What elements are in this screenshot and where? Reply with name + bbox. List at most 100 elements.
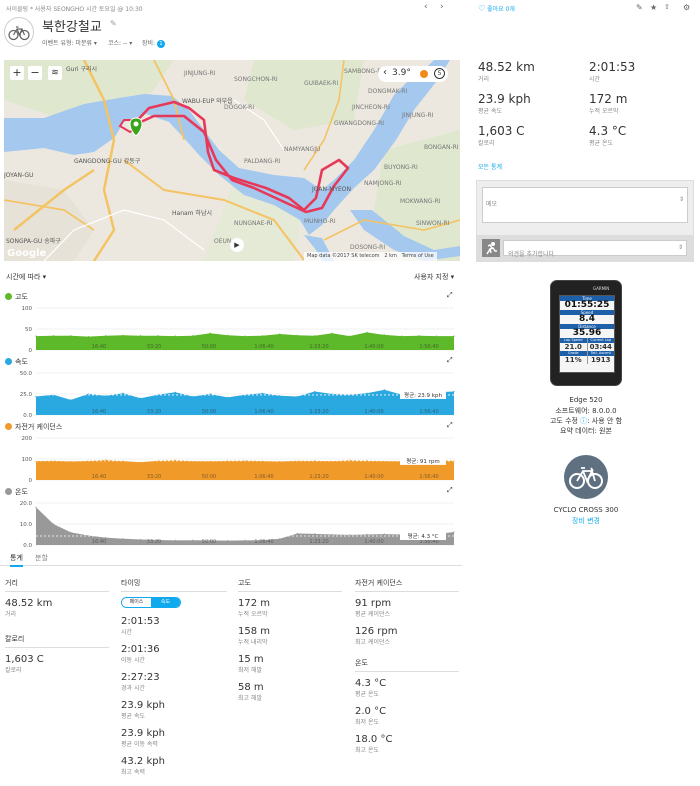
- x-tick-label: 1:23:20: [309, 344, 328, 350]
- speed-data-point: [174, 391, 176, 393]
- notes-scroll-icon[interactable]: ⇕: [679, 196, 684, 203]
- distance-value: 48.52 km: [5, 598, 53, 609]
- speed-data-point: [261, 392, 263, 394]
- elevation-correction-label: 고도 수정: [549, 417, 578, 425]
- elapsed-time-value: 2:27:23: [121, 672, 160, 683]
- elevation-chart-svg[interactable]: 100 50 0 16:40 33:20 50:00 1:06:40 1:23:20 1:40:…: [0, 290, 462, 355]
- max-speed-label: 최고 속력: [121, 769, 145, 776]
- gear-label: 장비:: [142, 40, 156, 47]
- comment-scroll-icon[interactable]: ⇕: [678, 244, 683, 251]
- stat-item: 126 rpm 최고 케이던스: [355, 626, 459, 646]
- x-tick-label: 1:23:20: [309, 474, 328, 480]
- edit-icon[interactable]: ✎: [636, 3, 643, 12]
- x-tick-label: 16:40: [92, 409, 106, 415]
- speed-data-point: [227, 396, 229, 398]
- layers-icon[interactable]: ≋: [48, 66, 62, 80]
- speed-toggle[interactable]: 속도: [151, 598, 180, 607]
- summary-calories-value: 1,603 C: [478, 124, 525, 138]
- pace-toggle[interactable]: 페이스: [122, 598, 151, 607]
- stat-item: 2:27:23 경과 시간: [121, 672, 227, 692]
- distance-stats: 거리 48.52 km 거리 칼로리 1,603 C 칼로리: [5, 578, 109, 674]
- x-tick-label: 33:20: [147, 344, 161, 350]
- map[interactable]: Guri 구리시 WABU-EUP 와부읍 GANGDONG-GU 강동구 Ha…: [4, 60, 460, 261]
- speed-data-point: [87, 393, 89, 395]
- place-label: JINCHEON-RI: [352, 104, 390, 111]
- cadence-data-point: [105, 459, 107, 461]
- like-button[interactable]: ♡ 좋아요 0개: [478, 4, 515, 13]
- avatar[interactable]: [4, 17, 34, 47]
- place-label: GANGDONG-GU 강동구: [74, 158, 141, 165]
- place-label: DOSONG-RI: [350, 244, 386, 251]
- share-icon[interactable]: ⇧: [664, 3, 670, 11]
- map-attribution-bar: Map data ©2017 SK telecom 2 km Terms of …: [304, 252, 437, 261]
- summary-ascent-value: 172 m: [589, 92, 628, 106]
- speed-data-point: [296, 395, 298, 398]
- stat-item: 18.0 °C 최고 온도: [355, 734, 459, 754]
- temperature-chart-svg[interactable]: 20.0 10.0 0.0 16:40 33:20 50:00 1:06:40 1:23:20…: [0, 485, 462, 550]
- calories-header: 칼로리: [5, 635, 25, 643]
- total-ascent-label: 누적 오르막: [238, 611, 268, 618]
- total-descent-label: 누적 내리막: [238, 639, 268, 646]
- time-axis-select[interactable]: 시간에 따라 ▾: [6, 272, 46, 282]
- gear-icon[interactable]: ⚙: [683, 3, 690, 12]
- edit-title-icon[interactable]: ✎: [110, 19, 117, 28]
- place-label: SINWON-RI: [416, 220, 450, 227]
- prev-icon[interactable]: ‹: [424, 2, 428, 12]
- cadence-average-label: 평균: 91 rpm: [406, 458, 440, 465]
- device-distance: 35.96: [572, 328, 602, 338]
- event-type-select[interactable]: 이벤트 유형: 미분류 ▾: [42, 38, 97, 47]
- page-title[interactable]: 북한강철교: [42, 16, 102, 35]
- stat-item: 43.2 kph 최고 속력: [121, 756, 227, 776]
- speed-data-point: [139, 397, 142, 399]
- calories-value: 1,603 C: [5, 654, 44, 665]
- summary-item: 23.9 kph 평균 속도: [478, 92, 531, 115]
- place-label: BONGAN-RI: [424, 144, 459, 151]
- elevation-data-point: [279, 333, 281, 335]
- avg-cadence-label: 평균 케이던스: [355, 611, 391, 618]
- user-setting-select[interactable]: 사용자 지정 ▾: [414, 272, 454, 282]
- user-setting-label: 사용자 지정: [414, 273, 449, 281]
- y-tick-label: 100: [22, 457, 33, 463]
- zoom-in-button[interactable]: +: [10, 66, 24, 80]
- gear-select[interactable]: 장비: 1: [142, 38, 165, 48]
- course-select[interactable]: 코스: -- ▾: [108, 38, 132, 47]
- min-temperature-value: 2.0 °C: [355, 706, 387, 717]
- stat-item: 2:01:36 이동 시간: [121, 644, 227, 664]
- weather-widget[interactable]: ‹ 3.9° 5: [378, 66, 448, 82]
- stat-item: 58 m 최고 해발: [238, 682, 342, 702]
- tab-stats[interactable]: 통계: [10, 553, 23, 567]
- terms-link[interactable]: Terms of Use: [402, 253, 434, 259]
- place-label: GUIBAEK-RI: [304, 80, 339, 87]
- place-label: NAMJONG-RI: [364, 180, 402, 187]
- x-tick-label: 16:40: [92, 344, 106, 350]
- all-stats-link[interactable]: 모든 통계: [478, 162, 502, 171]
- stat-item: 2.0 °C 최저 온도: [355, 706, 459, 726]
- elevation-data-point: [157, 335, 159, 337]
- change-gear-link[interactable]: 장비 변경: [530, 516, 642, 526]
- tab-splits[interactable]: 분할: [35, 553, 48, 563]
- device-brand: GARMIN: [593, 286, 610, 291]
- zoom-out-button[interactable]: −: [28, 66, 42, 80]
- temperature-data-point: [383, 533, 385, 535]
- avg-temperature-value: 4.3 °C: [355, 678, 387, 689]
- divider: [355, 591, 459, 592]
- elevation-data-point: [296, 334, 298, 336]
- pace-speed-toggle[interactable]: 페이스 속도: [121, 597, 181, 608]
- notes-textarea[interactable]: 메모 ⇕: [482, 187, 688, 223]
- cadence-header: 자전거 케이던스: [355, 579, 403, 587]
- divider: [121, 591, 227, 592]
- cadence-data-point: [70, 460, 72, 463]
- star-icon[interactable]: ★: [650, 3, 657, 12]
- speed-chart-svg[interactable]: 50.0 25.0 0.0 16:40 33:20 50:00 1:06:40 1:23:20…: [0, 355, 462, 420]
- next-icon[interactable]: ›: [440, 2, 444, 12]
- comment-input[interactable]: 의견을 추가합니다. ⇕: [503, 240, 687, 258]
- play-button[interactable]: ▶: [230, 238, 244, 252]
- summary-item: 4.3 °C 평균 온도: [589, 124, 626, 147]
- timing-stats: 타이밍 페이스 속도 2:01:53 시간 2:01:36 이동 시간 2:27:2…: [121, 578, 227, 776]
- cadence-chart-svg[interactable]: 200 100 0 16:40 33:20 50:00 1:06:40 1:23:20 1:40…: [0, 420, 462, 485]
- speed-data-point: [122, 392, 124, 394]
- speed-data-point: [383, 389, 385, 391]
- y-tick-label: 200: [22, 436, 33, 442]
- weather-prev-icon[interactable]: ‹: [383, 67, 387, 78]
- y-tick-label: 50.0: [20, 371, 33, 377]
